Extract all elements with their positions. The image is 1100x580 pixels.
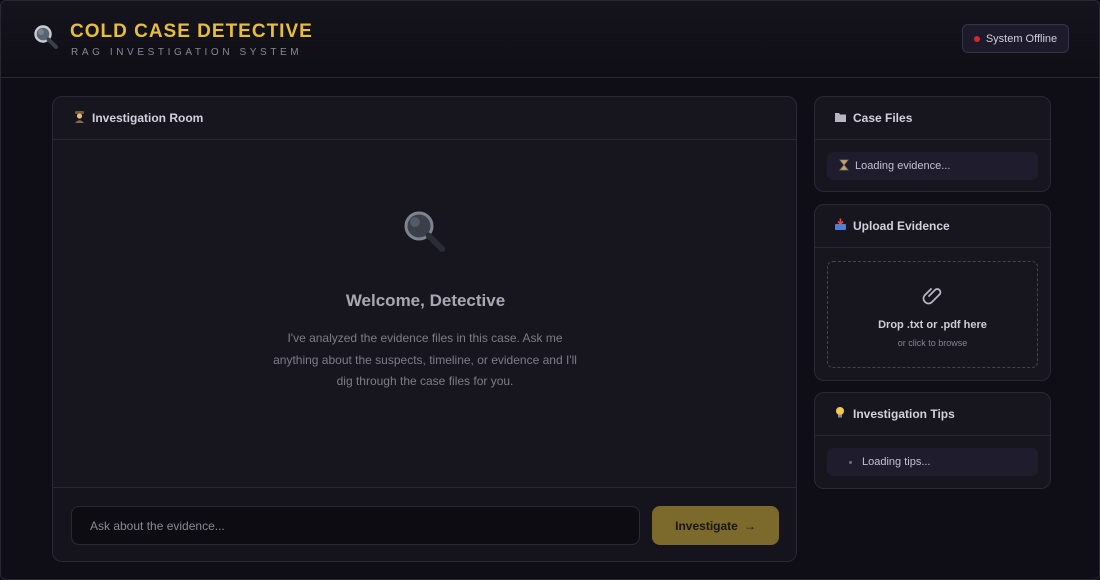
chat-input-bar: Investigate → [53, 487, 796, 561]
app-header: COLD CASE DETECTIVE RAG INVESTIGATION SY… [1, 1, 1099, 78]
panel-header: Investigation Room [53, 97, 796, 140]
status-label: System Offline [985, 32, 1058, 45]
panel-header: Case Files [815, 97, 1050, 140]
lightbulb-icon [833, 406, 847, 422]
welcome-text: I've analyzed the evidence files in this… [273, 331, 577, 388]
investigate-button[interactable]: Investigate → [652, 506, 779, 545]
investigation-tips-panel: Investigation Tips Loading tips... [814, 392, 1051, 489]
paperclip-icon [921, 284, 945, 308]
dropzone-subtitle: or click to browse [897, 338, 968, 348]
panel-title: Case Files [853, 111, 913, 125]
file-dropzone[interactable]: Drop .txt or .pdf here or click to brows… [827, 261, 1038, 368]
panel-title: Upload Evidence [853, 219, 950, 233]
panel-header: Investigation Tips [815, 393, 1050, 436]
magnifying-glass-icon [32, 23, 60, 51]
investigation-room-panel: Investigation Room Welcome, Detective I'… [52, 96, 797, 562]
investigate-button-label: Investigate [675, 518, 738, 533]
detective-icon [72, 110, 86, 126]
upload-evidence-panel: Upload Evidence Drop .txt or .pdf here o… [814, 204, 1051, 381]
loading-evidence-row: Loading evidence... [827, 152, 1038, 180]
app-subtitle: RAG INVESTIGATION SYSTEM [71, 47, 303, 58]
case-files-panel: Case Files Loading evidence... [814, 96, 1051, 192]
loading-text: Loading tips... [862, 456, 931, 468]
question-input[interactable] [71, 506, 640, 545]
loading-text: Loading evidence... [855, 160, 951, 172]
folder-icon [833, 111, 847, 126]
bullet-icon [849, 460, 852, 464]
magnifying-glass-icon [400, 207, 448, 255]
panel-title: Investigation Tips [853, 407, 955, 421]
app-window: COLD CASE DETECTIVE RAG INVESTIGATION SY… [0, 0, 1100, 580]
status-dot-icon [973, 35, 980, 42]
loading-tips-row: Loading tips... [827, 448, 1038, 476]
app-title: COLD CASE DETECTIVE [70, 21, 313, 42]
dropzone-title: Drop .txt or .pdf here [878, 319, 987, 331]
panel-header: Upload Evidence [815, 205, 1050, 248]
arrow-right-icon: → [743, 518, 756, 533]
hourglass-icon [839, 159, 849, 174]
inbox-tray-icon [833, 218, 847, 234]
welcome-heading: Welcome, Detective [345, 291, 506, 310]
panel-title: Investigation Room [92, 111, 204, 125]
status-badge: System Offline [962, 24, 1069, 53]
